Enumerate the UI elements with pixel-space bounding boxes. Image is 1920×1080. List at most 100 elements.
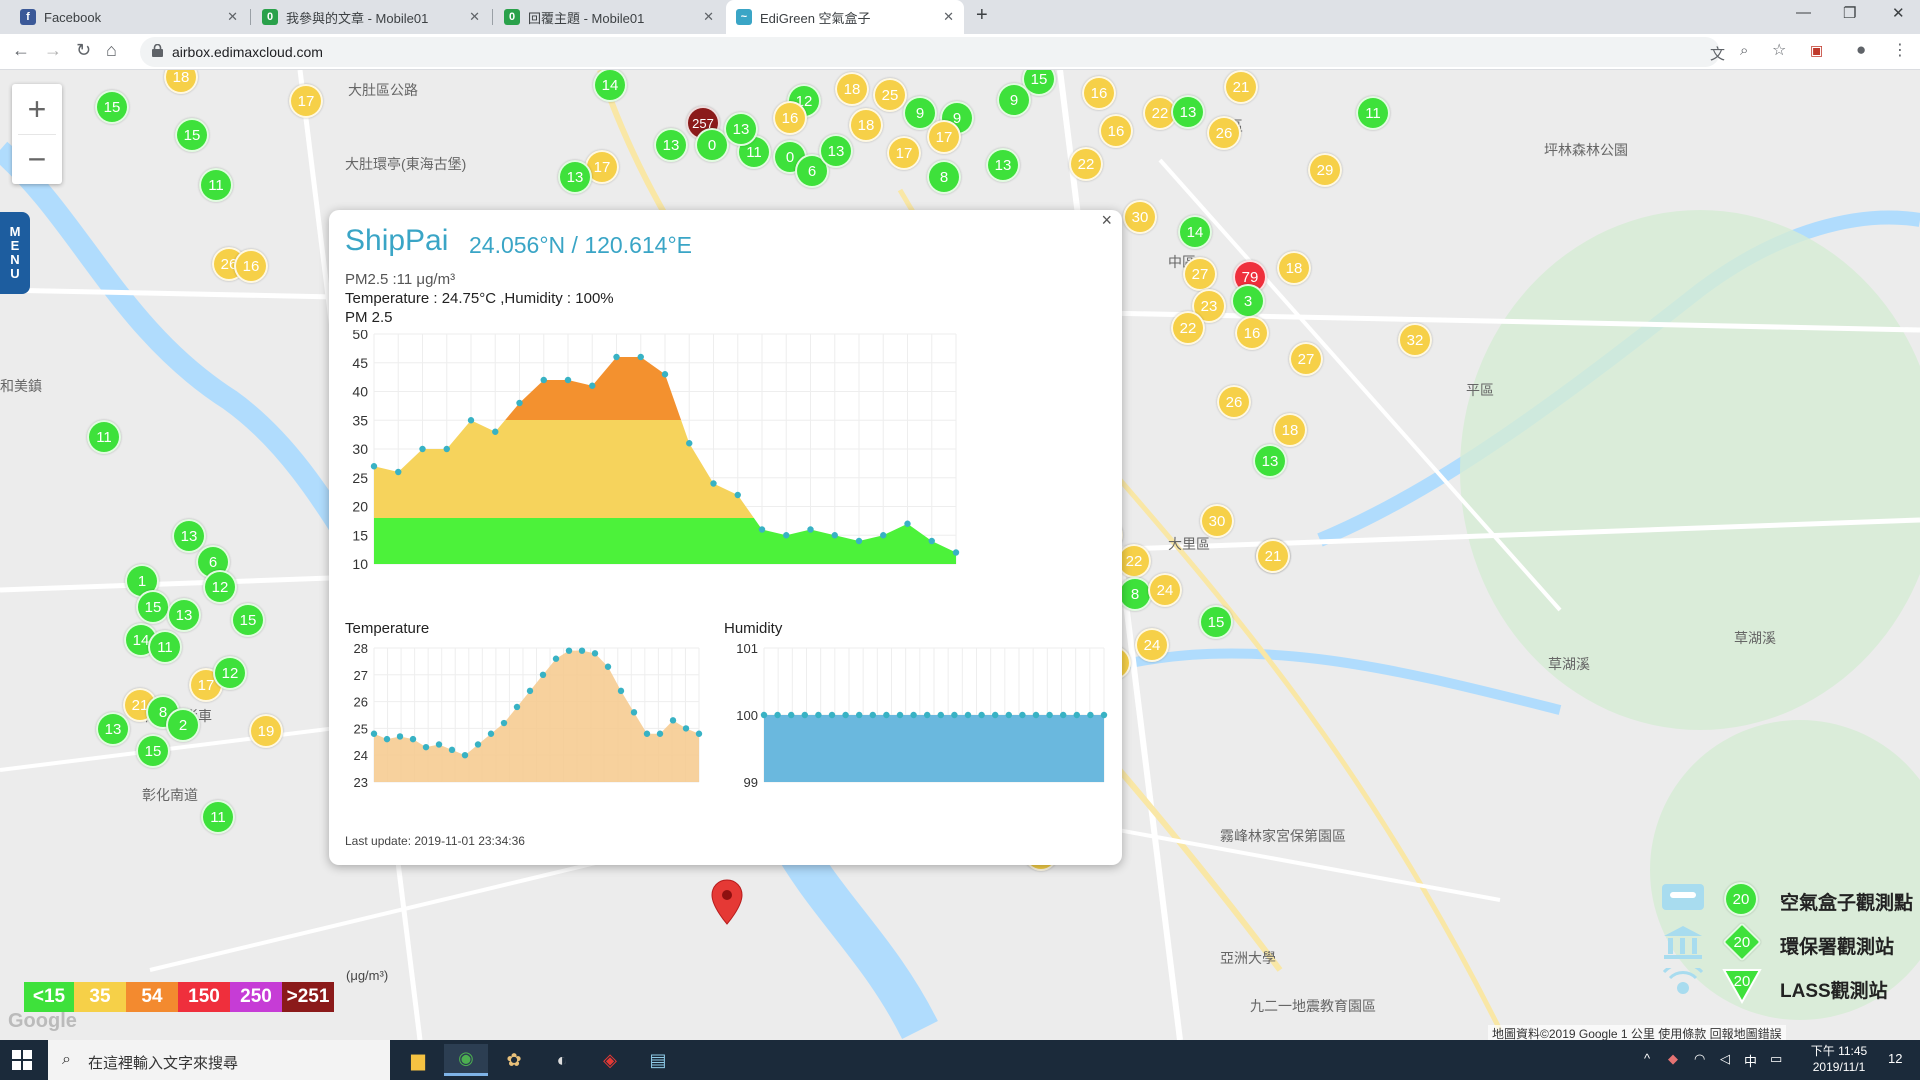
volume-icon[interactable]: ◁ [1720, 1051, 1730, 1067]
system-clock[interactable]: 下午 11:45 2019/11/1 [1794, 1043, 1884, 1075]
taskbar-search[interactable]: ⌕ 在這裡輸入文字來搜尋 [48, 1040, 390, 1080]
station-marker[interactable]: 26 [1217, 385, 1251, 419]
station-marker[interactable]: 3 [1231, 284, 1265, 318]
station-marker[interactable]: 17 [927, 120, 961, 154]
zoom-in-button[interactable]: + [12, 84, 62, 134]
station-marker[interactable]: 18 [835, 72, 869, 106]
restore-icon[interactable]: ❐ [1843, 4, 1856, 22]
notification-count[interactable]: 12 [1888, 1051, 1902, 1066]
station-marker[interactable]: 24 [1148, 573, 1182, 607]
translate-icon[interactable]: 文 [1710, 43, 1725, 64]
station-marker[interactable]: 11 [87, 420, 121, 454]
station-marker[interactable]: 11 [201, 800, 235, 834]
tab-edigreen[interactable]: ~ EdiGreen 空氣盒子 ✕ [726, 0, 964, 34]
file-explorer-icon[interactable]: ▆ [396, 1044, 440, 1076]
station-marker[interactable]: 13 [1171, 95, 1205, 129]
app-icon[interactable]: ▤ [636, 1044, 680, 1076]
station-marker[interactable]: 22 [1171, 311, 1205, 345]
station-marker[interactable]: 21 [1256, 539, 1290, 573]
map-canvas[interactable]: 大肚區公路 大肚環亭(東海古堡) 彰化扇形車 彰化南道 和美鎮 北區 中區 平區… [0, 70, 1920, 1040]
more-menu-icon[interactable]: ⋮ [1892, 40, 1908, 60]
station-marker[interactable]: 21 [1224, 70, 1258, 104]
station-marker[interactable]: 15 [175, 118, 209, 152]
keyboard-icon[interactable]: ▭ [1770, 1051, 1782, 1067]
wifi-icon[interactable]: ◠ [1694, 1051, 1705, 1067]
station-marker[interactable]: 16 [1099, 114, 1133, 148]
station-marker[interactable]: 15 [136, 734, 170, 768]
station-marker[interactable]: 13 [1253, 444, 1287, 478]
station-marker[interactable]: 13 [819, 134, 853, 168]
location-pin-icon[interactable] [710, 878, 744, 926]
new-tab-button[interactable]: + [976, 4, 988, 27]
station-marker[interactable]: 9 [997, 83, 1031, 117]
zoom-out-button[interactable]: − [12, 134, 62, 184]
tray-chevron-icon[interactable]: ^ [1644, 1051, 1650, 1066]
bookmark-star-icon[interactable]: ☆ [1772, 40, 1786, 60]
station-marker[interactable]: 27 [1183, 257, 1217, 291]
chrome-icon[interactable]: ◉ [444, 1044, 488, 1076]
station-marker[interactable]: 15 [231, 603, 265, 637]
station-marker[interactable]: 18 [849, 108, 883, 142]
station-marker[interactable]: 15 [95, 90, 129, 124]
station-marker[interactable]: 16 [773, 101, 807, 135]
station-marker[interactable]: 29 [1308, 153, 1342, 187]
station-marker[interactable]: 2 [166, 708, 200, 742]
station-marker[interactable]: 15 [1199, 605, 1233, 639]
station-marker[interactable]: 32 [1398, 323, 1432, 357]
station-marker[interactable]: 22 [1117, 544, 1151, 578]
station-marker[interactable]: 13 [96, 712, 130, 746]
station-marker[interactable]: 25 [873, 78, 907, 112]
windows-start-icon[interactable] [12, 1050, 32, 1070]
close-tab-icon[interactable]: ✕ [703, 9, 714, 25]
forward-icon[interactable]: → [44, 40, 62, 61]
app-icon[interactable]: ◐ [540, 1044, 584, 1076]
station-marker[interactable]: 30 [1123, 200, 1157, 234]
station-marker[interactable]: 24 [1135, 628, 1169, 662]
station-marker[interactable]: 8 [927, 160, 961, 194]
station-marker[interactable]: 27 [1289, 342, 1323, 376]
station-marker[interactable]: 13 [654, 128, 688, 162]
station-marker[interactable]: 17 [887, 136, 921, 170]
station-marker[interactable]: 13 [172, 519, 206, 553]
profile-icon[interactable]: ● [1856, 40, 1866, 60]
station-marker[interactable]: 18 [1277, 251, 1311, 285]
station-marker[interactable]: 11 [1356, 96, 1390, 130]
station-marker[interactable]: 26 [1207, 116, 1241, 150]
station-marker[interactable]: 12 [213, 656, 247, 690]
close-tab-icon[interactable]: ✕ [469, 9, 480, 25]
zoom-lens-icon[interactable]: ⌕ [1740, 42, 1748, 59]
tab-facebook[interactable]: f Facebook ✕ [10, 0, 248, 34]
tab-mobile01-articles[interactable]: 0 我參與的文章 - Mobile01 ✕ [252, 0, 490, 34]
station-marker[interactable]: 13 [724, 112, 758, 146]
tab-mobile01-reply[interactable]: 0 回覆主題 - Mobile01 ✕ [494, 0, 724, 34]
station-marker[interactable]: 18 [1273, 413, 1307, 447]
station-marker[interactable]: 16 [1082, 76, 1116, 110]
app-icon[interactable]: ✿ [492, 1044, 536, 1076]
back-icon[interactable]: ← [12, 40, 30, 61]
station-marker[interactable]: 19 [249, 714, 283, 748]
tray-security-icon[interactable]: ◆ [1668, 1051, 1678, 1067]
station-marker[interactable]: 17 [289, 84, 323, 118]
close-tab-icon[interactable]: ✕ [227, 9, 238, 25]
station-marker[interactable]: 15 [136, 590, 170, 624]
station-marker[interactable]: 12 [203, 570, 237, 604]
minimize-icon[interactable]: — [1796, 4, 1811, 21]
station-marker[interactable]: 13 [986, 148, 1020, 182]
extension-icon[interactable]: ▣ [1810, 42, 1823, 59]
home-icon[interactable]: ⌂ [106, 40, 117, 61]
station-marker[interactable]: 16 [1235, 316, 1269, 350]
menu-button[interactable]: MENU [0, 212, 30, 294]
station-marker[interactable]: 11 [199, 168, 233, 202]
reload-icon[interactable]: ↻ [76, 40, 91, 61]
address-bar[interactable]: airbox.edimaxcloud.com 文 [140, 37, 1725, 67]
station-marker[interactable]: 16 [234, 249, 268, 283]
station-marker[interactable]: 13 [558, 160, 592, 194]
station-marker[interactable]: 11 [148, 630, 182, 664]
station-marker[interactable]: 13 [167, 598, 201, 632]
map-attribution[interactable]: 地圖資料©2019 Google 1 公里 使用條款 回報地圖錯誤 [1488, 1025, 1786, 1040]
station-marker[interactable]: 14 [1178, 215, 1212, 249]
station-marker[interactable]: 30 [1200, 504, 1234, 538]
close-tab-icon[interactable]: ✕ [943, 9, 954, 25]
app-icon[interactable]: ◈ [588, 1044, 632, 1076]
ime-indicator[interactable]: 中 [1744, 1051, 1757, 1070]
